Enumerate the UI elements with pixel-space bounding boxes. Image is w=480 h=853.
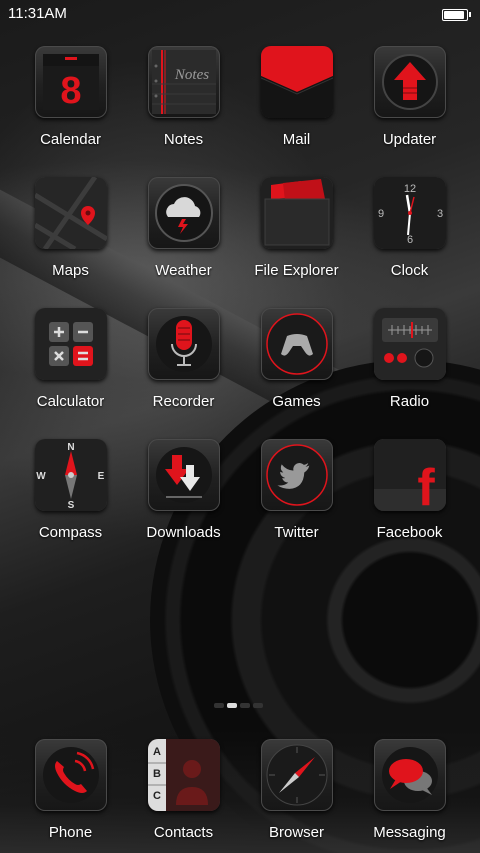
clock-numeral-6: 6 <box>406 234 412 246</box>
dock-browser[interactable]: Browser <box>240 739 353 841</box>
app-file-explorer[interactable]: File Explorer <box>240 177 353 308</box>
dock-phone[interactable]: Phone <box>14 739 127 841</box>
dock-apps: Phone ABC Contacts Browser Messaging <box>14 739 466 841</box>
app-downloads[interactable]: Downloads <box>127 439 240 570</box>
weather-icon[interactable] <box>147 177 220 249</box>
contacts-letter-b: B <box>153 768 161 780</box>
app-label: Contacts <box>153 824 214 841</box>
app-weather[interactable]: Weather <box>127 177 240 308</box>
app-mail[interactable]: Mail <box>240 46 353 177</box>
clock-numeral-12: 12 <box>403 183 415 195</box>
app-label: Weather <box>155 262 212 279</box>
app-label: Maps <box>52 262 89 279</box>
app-calculator[interactable]: Calculator <box>14 308 127 439</box>
app-maps[interactable]: Maps <box>14 177 127 308</box>
page-dot[interactable] <box>214 703 224 708</box>
calendar-icon[interactable]: 8 <box>34 46 107 118</box>
app-twitter[interactable]: Twitter <box>240 439 353 570</box>
app-label: Games <box>272 393 321 410</box>
compass-icon[interactable]: NESW <box>34 439 107 511</box>
app-compass[interactable]: NESW Compass <box>14 439 127 570</box>
app-label: Mail <box>282 131 311 148</box>
app-label: Twitter <box>274 524 319 541</box>
app-label: Calculator <box>36 393 105 410</box>
battery-icon <box>442 9 471 21</box>
app-calendar[interactable]: 8 Calendar <box>14 46 127 177</box>
clock-numeral-9: 9 <box>377 208 383 220</box>
calculator-icon[interactable] <box>34 308 107 380</box>
downloads-icon[interactable] <box>147 439 220 511</box>
dock-messaging[interactable]: Messaging <box>353 739 466 841</box>
facebook-icon[interactable]: f <box>373 439 446 511</box>
clock-numeral-3: 3 <box>436 208 442 220</box>
svg-text:8: 8 <box>60 70 81 112</box>
notes-icon-text: Notes <box>173 67 208 83</box>
microphone-icon[interactable] <box>147 308 220 380</box>
page-indicator[interactable] <box>214 703 263 708</box>
app-label: Messaging <box>373 824 446 841</box>
page-dot-current[interactable] <box>227 703 237 708</box>
app-label: Facebook <box>376 524 443 541</box>
app-recorder[interactable]: Recorder <box>127 308 240 439</box>
page-dot[interactable] <box>240 703 250 708</box>
gamepad-icon[interactable] <box>260 308 333 380</box>
contacts-icon[interactable]: ABC <box>147 739 220 811</box>
folder-icon[interactable] <box>260 177 333 249</box>
updater-icon[interactable] <box>373 46 446 118</box>
maps-icon[interactable] <box>34 177 107 249</box>
facebook-icon-text: f <box>417 459 435 511</box>
app-label: Browser <box>268 824 324 841</box>
app-label: Updater <box>382 131 437 148</box>
messaging-icon[interactable] <box>373 739 446 811</box>
phone-icon[interactable] <box>34 739 107 811</box>
app-label: Radio <box>389 393 430 410</box>
radio-icon[interactable] <box>373 308 446 380</box>
compass-s: S <box>67 500 74 511</box>
mail-icon[interactable] <box>260 46 333 118</box>
compass-e: E <box>97 471 104 482</box>
compass-w: W <box>36 471 46 482</box>
contacts-letter-a: A <box>153 746 161 758</box>
app-facebook[interactable]: f Facebook <box>353 439 466 570</box>
app-games[interactable]: Games <box>240 308 353 439</box>
app-label: File Explorer <box>254 262 339 279</box>
page-dot[interactable] <box>253 703 263 708</box>
contacts-letter-c: C <box>153 790 161 802</box>
app-label: Phone <box>48 824 93 841</box>
app-label: Compass <box>38 524 103 541</box>
app-label: Clock <box>390 262 429 279</box>
clock-icon[interactable]: 12 3 6 9 <box>373 177 446 249</box>
dock-contacts[interactable]: ABC Contacts <box>127 739 240 841</box>
battery-fill <box>444 11 464 19</box>
status-bar: 11:31AM <box>0 0 480 28</box>
twitter-icon[interactable] <box>260 439 333 511</box>
app-notes[interactable]: Notes Notes <box>127 46 240 177</box>
app-label: Recorder <box>152 393 215 410</box>
app-radio[interactable]: Radio <box>353 308 466 439</box>
notes-icon[interactable]: Notes <box>147 46 220 118</box>
app-updater[interactable]: Updater <box>353 46 466 177</box>
browser-icon[interactable] <box>260 739 333 811</box>
app-clock[interactable]: 12 3 6 9 Clock <box>353 177 466 308</box>
app-grid: 8 Calendar Notes Notes Mail Updater Maps <box>14 46 466 570</box>
app-label: Calendar <box>40 131 101 148</box>
app-label: Downloads <box>146 524 221 541</box>
app-label: Notes <box>163 131 204 148</box>
status-time: 11:31AM <box>8 5 67 22</box>
